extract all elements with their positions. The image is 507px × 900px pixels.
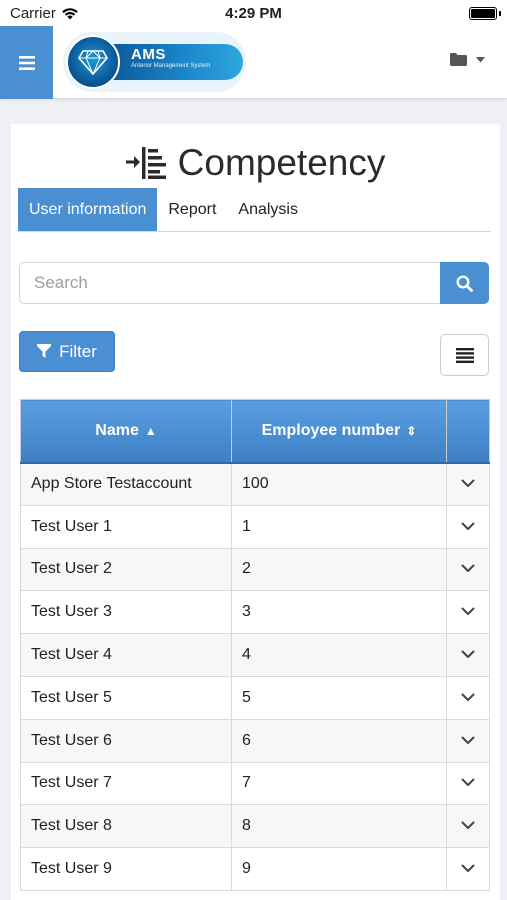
table-header-row: Name ▲ Employee number ⇕: [20, 399, 490, 464]
table-row[interactable]: Test User 44: [20, 633, 490, 677]
battery-cap: [499, 11, 501, 16]
cell-name: Test User 4: [20, 633, 232, 677]
folder-icon: [450, 53, 467, 66]
row-expand-button[interactable]: [446, 590, 490, 635]
chevron-down-icon: [461, 693, 475, 701]
main-card: Competency User information Report Analy…: [11, 124, 500, 900]
row-expand-button[interactable]: [446, 804, 490, 849]
row-expand-button[interactable]: [446, 761, 490, 806]
table-row[interactable]: Test User 66: [20, 718, 490, 763]
cell-name: Test User 3: [20, 590, 232, 635]
search-icon: [456, 274, 473, 292]
tab-analysis[interactable]: Analysis: [227, 188, 309, 231]
row-expand-button[interactable]: [446, 547, 490, 592]
column-header-employee-number[interactable]: Employee number ⇕: [231, 399, 447, 464]
menu-button[interactable]: [0, 26, 53, 99]
row-expand-button[interactable]: [446, 847, 490, 891]
list-icon: [455, 347, 474, 363]
table-body: App Store Testaccount 100 Test User 1 1 Test…: [20, 462, 490, 891]
indent-list-icon: [125, 147, 166, 179]
ams-logo[interactable]: AMS Antenor Management System: [63, 32, 246, 92]
search-button[interactable]: [440, 262, 489, 304]
table-row[interactable]: App Store Testaccount 100: [20, 462, 490, 506]
cell-employee-number: 8: [231, 804, 447, 849]
cell-employee-number: 2: [231, 547, 447, 592]
row-expand-button[interactable]: [446, 675, 490, 720]
page-title: Competency: [11, 142, 500, 184]
filter-label: Filter: [59, 341, 97, 361]
battery-icon: [469, 7, 497, 20]
status-bar: Carrier 4:29 PM: [0, 0, 507, 26]
table-row[interactable]: Test User 55: [20, 675, 490, 720]
table-row[interactable]: Test User 77: [20, 761, 490, 806]
funnel-icon: [37, 344, 52, 358]
column-toggle-button[interactable]: [440, 334, 489, 376]
chevron-down-icon: [461, 607, 475, 616]
cell-employee-number: 1: [231, 504, 447, 549]
table-row[interactable]: Test User 88: [20, 804, 490, 849]
tab-user-information[interactable]: User information: [18, 188, 158, 231]
column-header-number-label: Employee number: [261, 421, 401, 439]
cell-name: Test User 5: [20, 675, 232, 720]
table-row[interactable]: Test User 22: [20, 547, 490, 592]
cell-name: Test User 7: [20, 761, 232, 806]
tab-report[interactable]: Report: [157, 188, 227, 231]
folder-dropdown[interactable]: [450, 53, 485, 66]
table-row[interactable]: Test User 11: [20, 504, 490, 549]
search-bar: [19, 262, 489, 304]
search-input[interactable]: [19, 262, 440, 304]
chevron-down-icon: [461, 778, 475, 787]
cell-employee-number: 4: [231, 633, 447, 677]
chevron-down-icon: [461, 864, 475, 873]
cell-employee-number: 7: [231, 761, 447, 806]
logo-subtitle: Antenor Management System: [131, 63, 211, 69]
clock: 4:29 PM: [225, 5, 282, 22]
cell-name: Test User 6: [20, 718, 232, 763]
cell-name: Test User 2: [20, 547, 232, 592]
tab-bar: User information Report Analysis: [18, 188, 491, 232]
cell-name: Test User 1: [20, 504, 232, 549]
row-expand-button[interactable]: [446, 462, 490, 506]
row-expand-button[interactable]: [446, 718, 490, 763]
chevron-down-icon: [461, 564, 475, 573]
row-expand-button[interactable]: [446, 633, 490, 677]
table-row[interactable]: Test User 99: [20, 847, 490, 891]
cell-name: Test User 8: [20, 804, 232, 849]
page-title-text: Competency: [177, 142, 386, 183]
hamburger-icon: [18, 55, 35, 70]
column-header-name[interactable]: Name ▲: [20, 399, 232, 464]
chevron-down-icon: [461, 522, 475, 530]
logo-title: AMS: [131, 46, 166, 63]
caret-down-icon: [476, 56, 485, 62]
cell-employee-number: 9: [231, 847, 447, 891]
diamond-icon: [66, 35, 120, 89]
sort-asc-icon: ▲: [144, 423, 157, 438]
chevron-down-icon: [461, 650, 475, 659]
cell-name: Test User 9: [20, 847, 232, 891]
row-expand-button[interactable]: [446, 504, 490, 549]
filter-button[interactable]: Filter: [19, 331, 115, 372]
employee-table: Name ▲ Employee number ⇕ App Store Testacc…: [20, 399, 490, 891]
cell-employee-number: 5: [231, 675, 447, 720]
cell-name: App Store Testaccount: [20, 462, 232, 506]
sort-both-icon: ⇕: [406, 423, 417, 438]
chevron-down-icon: [461, 821, 475, 830]
chevron-down-icon: [461, 479, 475, 488]
column-header-actions: [446, 399, 490, 464]
cell-employee-number: 6: [231, 718, 447, 763]
cell-employee-number: 100: [231, 462, 447, 506]
cell-employee-number: 3: [231, 590, 447, 635]
chevron-down-icon: [461, 736, 475, 744]
app-header: AMS Antenor Management System: [0, 26, 507, 99]
column-header-name-label: Name: [95, 421, 139, 439]
table-row[interactable]: Test User 33: [20, 590, 490, 635]
